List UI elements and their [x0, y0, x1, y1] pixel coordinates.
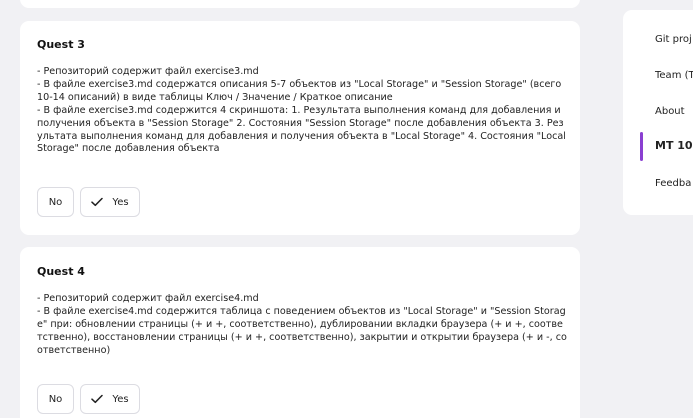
- active-indicator: [640, 132, 643, 161]
- sidebar-item-feedback[interactable]: Feedba: [655, 178, 691, 189]
- sidebar-item-about[interactable]: About: [655, 106, 685, 117]
- quest-title: Quest 4: [37, 265, 85, 278]
- sidebar-nav: Git proj Team (T About MT 10 Feedba: [623, 10, 693, 215]
- answer-buttons: No Yes: [37, 187, 140, 217]
- no-button-label: No: [48, 393, 63, 405]
- yes-button-label: Yes: [112, 393, 129, 405]
- quest-card: Quest 3 - Репозиторий содержит файл exer…: [20, 21, 580, 235]
- sidebar-item-git-project[interactable]: Git proj: [655, 34, 692, 45]
- no-button[interactable]: No: [37, 384, 74, 414]
- previous-quest-card: [20, 0, 580, 8]
- quest-description: - Репозиторий содержит файл exercise4.md…: [37, 293, 567, 356]
- answer-buttons: No Yes: [37, 384, 140, 414]
- sidebar-item-team[interactable]: Team (T: [655, 70, 693, 81]
- yes-button[interactable]: Yes: [80, 384, 140, 414]
- check-icon: [91, 394, 104, 404]
- sidebar-item-mt10[interactable]: MT 10: [655, 139, 693, 152]
- no-button[interactable]: No: [37, 187, 74, 217]
- no-button-label: No: [48, 196, 63, 208]
- quest-description: - Репозиторий содержит файл exercise3.md…: [37, 66, 566, 155]
- quest-title: Quest 3: [37, 38, 85, 51]
- quest-card: Quest 4 - Репозиторий содержит файл exer…: [20, 247, 580, 418]
- check-icon: [91, 197, 104, 207]
- yes-button-label: Yes: [112, 196, 129, 208]
- yes-button[interactable]: Yes: [80, 187, 140, 217]
